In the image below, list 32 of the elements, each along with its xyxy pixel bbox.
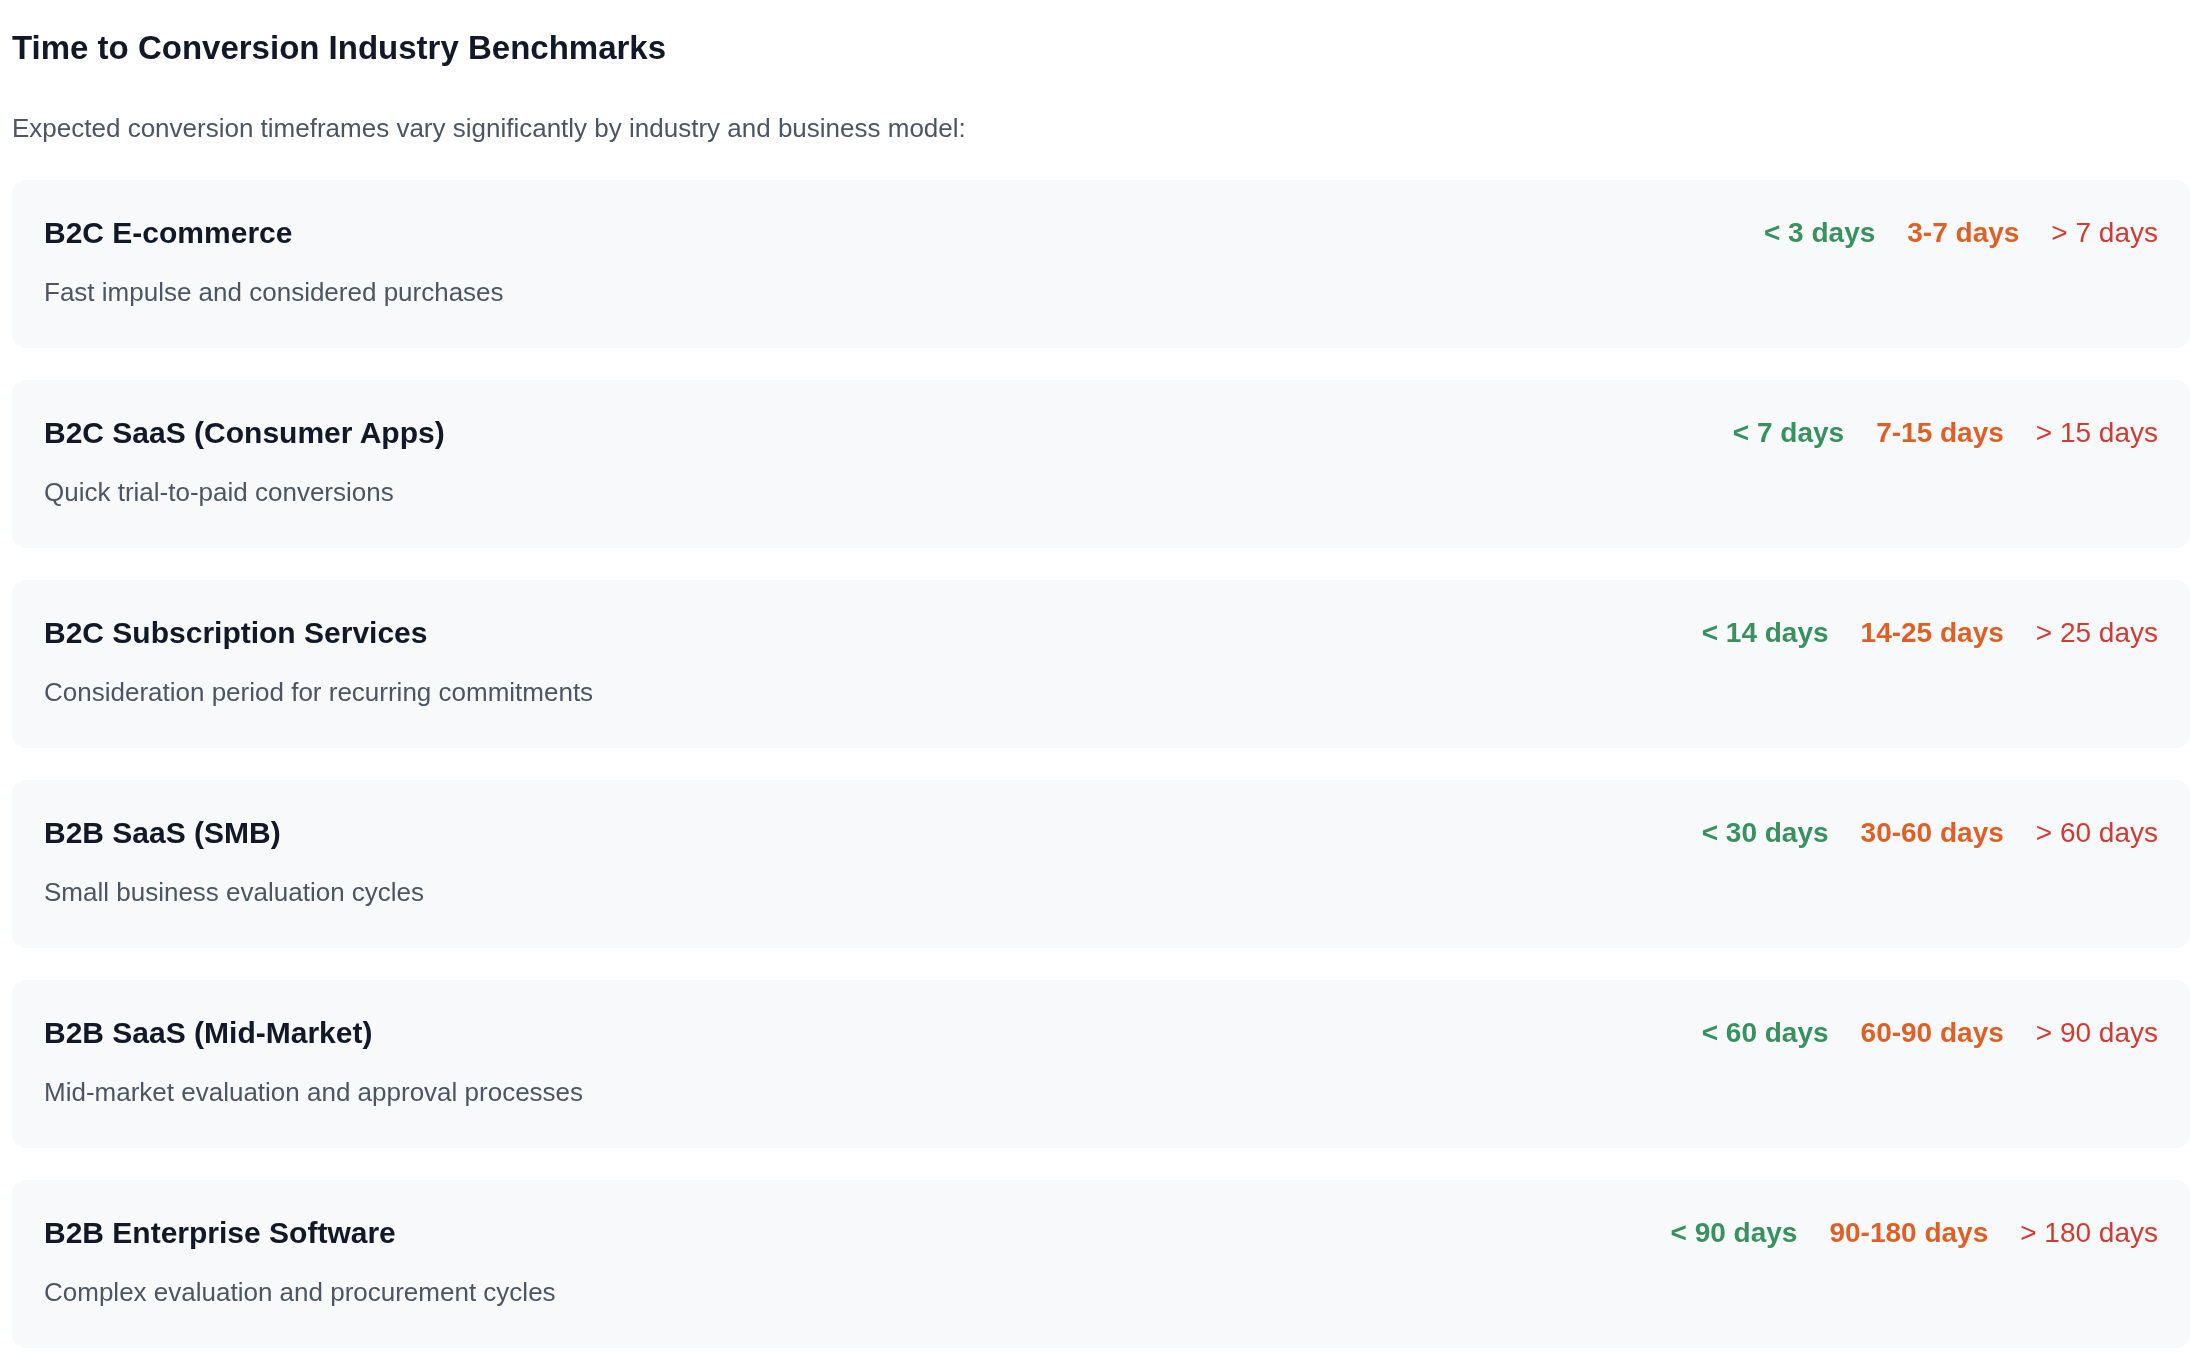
industry-name: B2C SaaS (Consumer Apps) [44,415,445,451]
industry-name: B2B SaaS (Mid-Market) [44,1015,373,1051]
range-label: < 60 days [1701,1016,1829,1050]
industry-description: Small business evaluation cycles [44,876,425,909]
range-label: > 90 days [2035,1016,2158,1050]
range-label: < 30 days [1701,816,1829,850]
range-label: 90-180 days [1829,1216,1989,1250]
industry-description: Fast impulse and considered purchases [44,276,504,309]
industry-name: B2B Enterprise Software [44,1215,396,1251]
range-label: < 3 days [1763,216,1876,250]
industry-description: Complex evaluation and procurement cycles [44,1276,556,1309]
range-label: 14-25 days [1860,616,2004,650]
industry-description: Quick trial-to-paid conversions [44,476,394,509]
range-label: < 90 days [1670,1216,1798,1250]
range-label: 3-7 days [1907,216,2020,250]
range-label: 30-60 days [1860,816,2004,850]
industry-name: B2C E-commerce [44,215,293,251]
range-label: 60-90 days [1860,1016,2004,1050]
industry-description: Consideration period for recurring commitments [44,676,594,709]
range-label: < 7 days [1732,416,1845,450]
page-title: Time to Conversion Industry Benchmarks [12,28,667,68]
range-label: > 25 days [2035,616,2158,650]
range-label: 7-15 days [1876,416,2004,450]
industry-name: B2B SaaS (SMB) [44,815,281,851]
range-label: > 60 days [2035,816,2158,850]
intro-text: Expected conversion timeframes vary significantly by industry and business model: [12,112,966,145]
range-label: > 180 days [2020,1216,2158,1250]
range-label: > 7 days [2051,216,2158,250]
industry-name: B2C Subscription Services [44,615,428,651]
range-label: > 15 days [2035,416,2158,450]
industry-description: Mid-market evaluation and approval processes [44,1076,584,1109]
range-label: < 14 days [1701,616,1829,650]
